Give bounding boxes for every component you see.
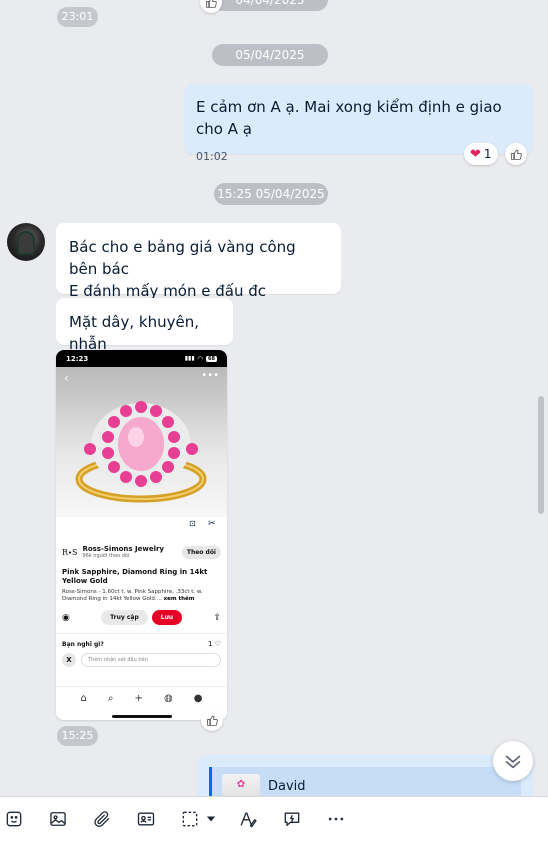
save-button[interactable]: Lưu: [151, 610, 183, 625]
date-separator: 05/04/2025: [212, 44, 328, 66]
quick-message-button[interactable]: [281, 808, 303, 830]
like-reaction-button[interactable]: [201, 709, 223, 731]
plus-icon[interactable]: +: [135, 693, 143, 704]
pin-description: Ross-Simons - 1.60ct t. w. Pink Sapphire…: [62, 589, 221, 603]
quoted-thumbnail: ✿: [222, 774, 260, 796]
follow-button[interactable]: Theo dõi: [181, 545, 221, 559]
wifi-icon: ◠: [197, 354, 204, 363]
comment-input[interactable]: Thêm nhận xét đầu tiên: [81, 653, 221, 667]
chat-area: 23:01 04/04/2025 05/04/2025 E cảm ơn A ạ…: [0, 0, 548, 796]
phone-nav-icons: ⌂ ⌕ + ◍ ●: [56, 687, 227, 709]
signal-icon: ▮▮▮: [184, 355, 195, 362]
share-icon[interactable]: ⇪: [213, 613, 221, 623]
pin-author: R∙S Ross-Simons Jewelry 96k người theo d…: [62, 545, 164, 559]
contact-card-icon: [137, 812, 155, 826]
more-options-button[interactable]: [325, 808, 347, 830]
chat-bubble-icon[interactable]: ◉: [62, 613, 70, 623]
heart-icon: ❤: [470, 146, 481, 162]
composer-toolbar: [0, 796, 548, 841]
screenshot-icon: [182, 811, 198, 827]
reaction-count: 1: [483, 147, 492, 161]
reply-message[interactable]: ✿ David: [197, 755, 533, 796]
likes[interactable]: 1 ♡: [208, 640, 221, 648]
date-separator: 04/04/2025: [212, 0, 328, 11]
pin-action-row: ◉ Truy cập Lưu ⇪: [62, 610, 221, 625]
visit-button[interactable]: Truy cập: [101, 610, 148, 625]
image-button[interactable]: [47, 808, 69, 830]
ring-image: ‹ ••• ⊡ ✂: [56, 367, 227, 529]
battery-icon: 68: [206, 355, 217, 362]
received-message[interactable]: Bác cho e bảng giá vàng công bên bác E đ…: [56, 223, 341, 300]
comment-header: Bạn nghĩ gì? 1 ♡: [62, 640, 221, 648]
messages-icon[interactable]: ◍: [164, 693, 173, 704]
ring-thumbnail-icon: ✿: [236, 779, 246, 790]
screenshot-dropdown[interactable]: [205, 808, 217, 830]
shop-followers: 96k người theo dõi: [82, 553, 130, 559]
likes-count: 1: [208, 640, 213, 648]
image-icon: [50, 812, 66, 826]
text-format-icon: [240, 812, 257, 828]
phone-status-icons: ▮▮▮ ◠ 68: [185, 355, 217, 363]
pin-buttons: Truy cập Lưu: [101, 610, 183, 625]
caret-down-icon: [206, 816, 216, 822]
message-text: E cảm ơn A ạ. Mai xong kiểm định e giao …: [196, 98, 502, 138]
heart-reaction-count[interactable]: ❤ 1: [464, 143, 498, 165]
lightning-chat-icon: [284, 812, 300, 826]
phone-time: 12:23: [66, 354, 89, 363]
shop-info: Ross-Simons Jewelry 96k người theo dõi: [82, 545, 164, 559]
quoted-sender: David: [268, 779, 306, 794]
ring-illustration: [75, 401, 207, 503]
divider: [56, 633, 227, 634]
home-icon[interactable]: ⌂: [81, 693, 87, 704]
screenshot-button[interactable]: [179, 808, 201, 830]
comment-row: X Thêm nhận xét đầu tiên: [62, 653, 221, 667]
shop-logo: R∙S: [62, 547, 78, 557]
image-message[interactable]: 12:23 ▮▮▮ ◠ 68 ‹ ••• ⊡ ✂ R∙S Ross-Simons…: [56, 350, 227, 720]
scissors-icon: ✂: [208, 519, 216, 529]
message-time: 23:01: [57, 7, 98, 27]
profile-icon[interactable]: ●: [194, 693, 203, 704]
like-reaction-button[interactable]: [505, 143, 527, 165]
home-indicator: [111, 715, 172, 718]
lens-icon: ⊡: [189, 519, 196, 528]
paperclip-icon: [94, 811, 110, 827]
date-separator: 15:25 05/04/2025: [214, 183, 328, 205]
sticker-icon: [6, 811, 22, 827]
pin-author-row: R∙S Ross-Simons Jewelry 96k người theo d…: [62, 545, 221, 559]
more-horizontal-icon: [328, 817, 344, 821]
user-avatar-icon: X: [62, 653, 76, 667]
received-message[interactable]: Mặt dây, khuyên, nhẫn: [56, 298, 233, 353]
scroll-to-bottom-button[interactable]: [493, 741, 533, 781]
search-icon[interactable]: ⌕: [108, 693, 114, 704]
contact-card-button[interactable]: [135, 808, 157, 830]
phone-status-bar: 12:23 ▮▮▮ ◠ 68: [56, 350, 227, 367]
sender-avatar[interactable]: [7, 223, 45, 261]
sticker-button[interactable]: [3, 808, 25, 830]
pin-details: R∙S Ross-Simons Jewelry 96k người theo d…: [56, 517, 227, 667]
shop-name: Ross-Simons Jewelry: [82, 545, 164, 553]
text-format-button[interactable]: [237, 808, 259, 830]
pin-title: Pink Sapphire, Diamond Ring in 14kt Yell…: [62, 568, 208, 585]
double-chevron-down-icon: [505, 755, 521, 769]
heart-outline-icon: ♡: [214, 640, 221, 648]
message-text-line: Bác cho e bảng giá vàng công bên bác: [69, 238, 296, 278]
message-text: Mặt dây, khuyên, nhẫn: [69, 313, 199, 353]
comment-question: Bạn nghĩ gì?: [62, 640, 104, 648]
attach-file-button[interactable]: [91, 808, 113, 830]
message-time: 15:25: [57, 726, 98, 746]
see-more-link[interactable]: xem thêm: [164, 596, 195, 602]
scrollbar-thumb[interactable]: [538, 396, 544, 514]
like-reaction-button[interactable]: [200, 0, 222, 13]
quoted-message[interactable]: ✿ David: [209, 767, 521, 796]
